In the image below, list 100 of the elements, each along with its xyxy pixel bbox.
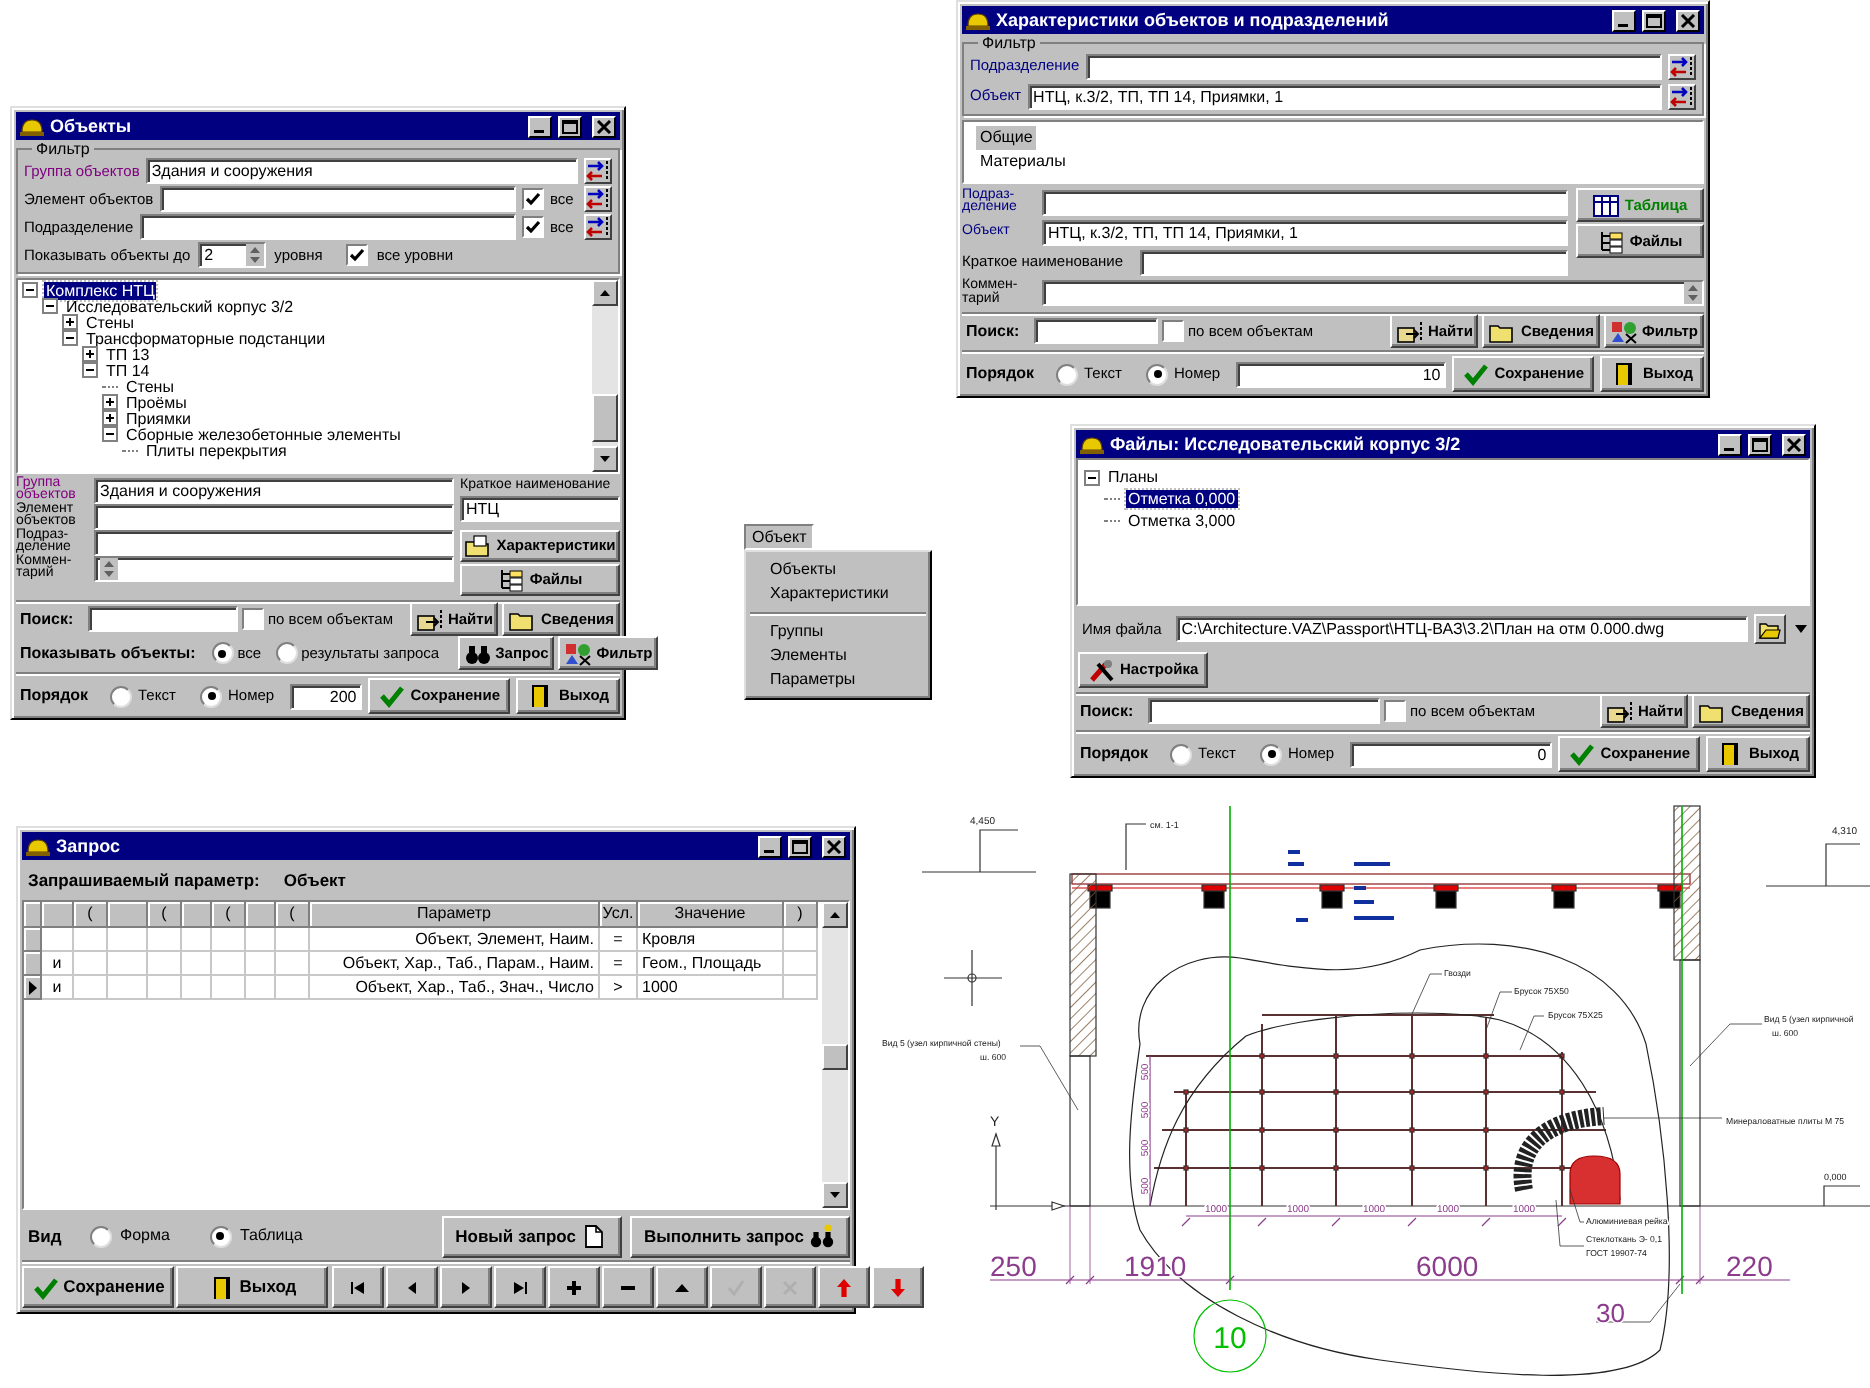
text-field[interactable]: НТЦ bbox=[460, 496, 620, 522]
checkbox[interactable] bbox=[1162, 320, 1184, 342]
text-field[interactable] bbox=[159, 186, 516, 212]
picker-button[interactable] bbox=[584, 214, 612, 240]
new-query-button[interactable]: Новый запрос bbox=[441, 1215, 622, 1257]
move-down-button[interactable] bbox=[872, 1266, 924, 1308]
tree-item[interactable]: Комплекс НТЦ bbox=[44, 281, 157, 299]
scrollbar[interactable] bbox=[822, 902, 848, 1208]
column-header[interactable] bbox=[246, 902, 276, 928]
text-field[interactable] bbox=[1085, 53, 1662, 79]
menu-item[interactable]: Группы bbox=[746, 620, 930, 644]
expand-toggle[interactable] bbox=[1084, 469, 1100, 485]
edit-button[interactable] bbox=[656, 1266, 708, 1308]
close-button[interactable] bbox=[592, 115, 616, 137]
text-field[interactable]: 0 bbox=[1350, 741, 1553, 767]
maximize-button[interactable] bbox=[1748, 433, 1772, 455]
text-field[interactable] bbox=[139, 214, 516, 240]
text-field[interactable]: 10 bbox=[1236, 361, 1447, 387]
open-file-button[interactable] bbox=[1754, 614, 1786, 644]
tree-item[interactable]: Сборные железобетонные элементы bbox=[124, 425, 403, 443]
column-header[interactable] bbox=[24, 902, 42, 928]
tree-item[interactable]: Плиты перекрытия bbox=[144, 441, 289, 459]
column-header[interactable]: ) bbox=[784, 902, 818, 928]
text-field[interactable]: НТЦ, к.3/2, ТП, ТП 14, Приямки, 1 bbox=[1027, 83, 1662, 109]
tree-item[interactable]: ТП 14 bbox=[104, 361, 152, 379]
run-query-button[interactable]: Выполнить запрос bbox=[630, 1215, 850, 1257]
checkbox[interactable] bbox=[241, 608, 264, 630]
expand-toggle[interactable] bbox=[42, 298, 58, 314]
save-button[interactable]: Сохранение bbox=[22, 1266, 174, 1308]
expand-toggle[interactable] bbox=[102, 394, 118, 410]
next-button[interactable] bbox=[440, 1266, 492, 1308]
column-header[interactable] bbox=[108, 902, 148, 928]
text-field[interactable]: 200 bbox=[290, 683, 363, 709]
close-button[interactable] bbox=[822, 835, 846, 857]
previous-button[interactable] bbox=[386, 1266, 438, 1308]
first-button[interactable] bbox=[332, 1266, 384, 1308]
tree-item[interactable]: ТП 13 bbox=[104, 345, 152, 363]
column-header[interactable] bbox=[182, 902, 212, 928]
exit-button[interactable]: Выход bbox=[176, 1266, 328, 1308]
expand-toggle[interactable] bbox=[102, 410, 118, 426]
column-header[interactable]: ( bbox=[212, 902, 246, 928]
radio-button[interactable] bbox=[110, 685, 132, 707]
close-button[interactable] bbox=[1782, 433, 1806, 455]
radio-button[interactable] bbox=[211, 642, 234, 664]
checkbox[interactable] bbox=[1384, 700, 1406, 722]
minimize-button[interactable] bbox=[758, 835, 782, 857]
delete-button[interactable] bbox=[602, 1266, 654, 1308]
checkbox[interactable] bbox=[522, 188, 544, 210]
close-button[interactable] bbox=[1676, 9, 1700, 31]
text-field[interactable] bbox=[1042, 280, 1704, 306]
text-field[interactable] bbox=[88, 606, 238, 632]
menu-item[interactable]: Элементы bbox=[746, 644, 930, 668]
radio-button[interactable] bbox=[1170, 743, 1192, 765]
menu-title[interactable]: Объект bbox=[744, 524, 815, 550]
tree-item[interactable]: Стены bbox=[84, 313, 136, 331]
text-field[interactable] bbox=[94, 529, 454, 555]
category-item[interactable]: Общие bbox=[976, 126, 1037, 150]
tree-item[interactable]: Проёмы bbox=[124, 393, 189, 411]
maximize-button[interactable] bbox=[788, 835, 812, 857]
radio-button[interactable] bbox=[1260, 743, 1282, 765]
minimize-button[interactable] bbox=[1718, 433, 1742, 455]
tree-item[interactable]: Планы bbox=[1106, 468, 1161, 486]
column-header[interactable]: ( bbox=[148, 902, 182, 928]
scrollbar-thumb[interactable] bbox=[592, 394, 618, 442]
text-field[interactable]: Здания и сооружения bbox=[94, 477, 454, 503]
picker-button[interactable] bbox=[1668, 53, 1696, 79]
radio-button[interactable] bbox=[200, 685, 222, 707]
tree-item[interactable]: Стены bbox=[124, 377, 176, 395]
picker-button[interactable] bbox=[584, 158, 612, 184]
text-field[interactable] bbox=[1042, 189, 1568, 215]
scrollbar[interactable] bbox=[592, 280, 618, 472]
column-header[interactable]: ( bbox=[276, 902, 310, 928]
text-field[interactable] bbox=[94, 555, 454, 581]
text-field[interactable] bbox=[94, 503, 454, 529]
radio-button[interactable] bbox=[275, 642, 298, 664]
category-item[interactable]: Материалы bbox=[976, 150, 1070, 174]
text-field[interactable] bbox=[1139, 249, 1568, 275]
expand-toggle[interactable] bbox=[82, 362, 98, 378]
radio-button[interactable] bbox=[1056, 363, 1078, 385]
scrollbar-thumb[interactable] bbox=[822, 1044, 848, 1070]
checkbox[interactable] bbox=[346, 244, 369, 266]
tree-item[interactable]: Исследовательский корпус 3/2 bbox=[64, 297, 296, 315]
column-header[interactable] bbox=[42, 902, 74, 928]
column-header[interactable]: Параметр bbox=[310, 902, 600, 928]
expand-toggle[interactable] bbox=[82, 346, 98, 362]
minimize-button[interactable] bbox=[528, 115, 552, 137]
text-field[interactable]: НТЦ, к.3/2, ТП, ТП 14, Приямки, 1 bbox=[1042, 219, 1568, 245]
tree-item[interactable]: Отметка 3,000 bbox=[1126, 512, 1238, 530]
expand-toggle[interactable] bbox=[62, 330, 78, 346]
menu-item[interactable]: Характеристики bbox=[746, 582, 930, 606]
text-field[interactable]: Здания и сооружения bbox=[145, 158, 578, 184]
column-header[interactable]: Усл. bbox=[600, 902, 638, 928]
menu-item[interactable]: Параметры bbox=[746, 668, 930, 692]
picker-button[interactable] bbox=[584, 186, 612, 212]
add-button[interactable] bbox=[548, 1266, 600, 1308]
last-button[interactable] bbox=[494, 1266, 546, 1308]
radio-button[interactable] bbox=[90, 1225, 112, 1247]
tree-item[interactable]: Приямки bbox=[124, 409, 193, 427]
radio-button[interactable] bbox=[1146, 363, 1168, 385]
maximize-button[interactable] bbox=[1642, 9, 1666, 31]
